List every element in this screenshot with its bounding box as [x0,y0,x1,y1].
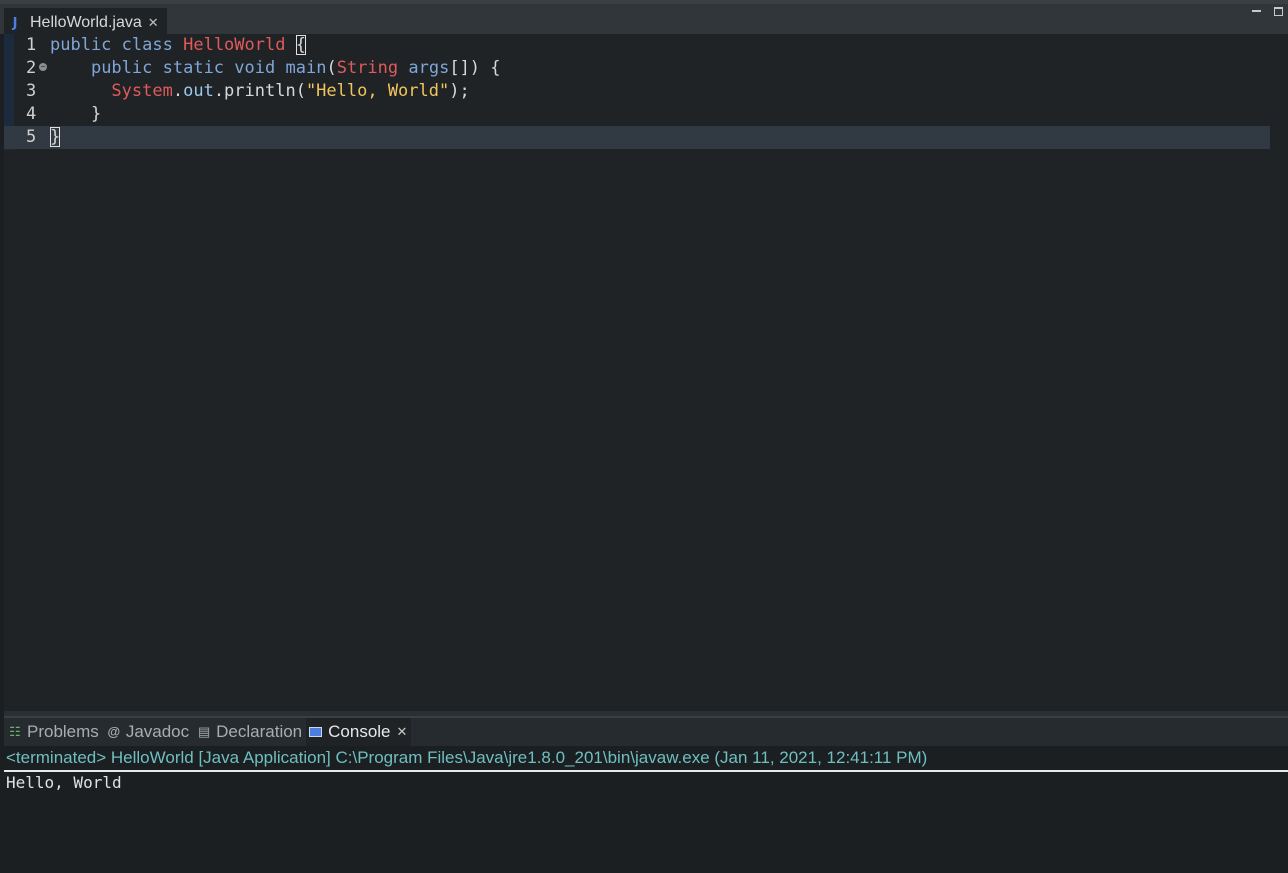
code-text: public class HelloWorld { [50,34,306,57]
tab-problems-label: Problems [27,722,99,741]
code-editor[interactable]: 1 public class HelloWorld {2− public stat… [4,34,1288,711]
tab-declaration-label: Declaration [216,722,303,741]
tab-console[interactable]: Console ✕ [306,718,412,746]
code-text: public static void main(String args[]) { [50,57,501,80]
code-text: } [50,103,101,126]
views-tab-bar: ☷ Problems @ Javadoc ▤ Declaration Conso… [4,716,1288,746]
code-token: } [50,104,102,124]
code-token: System [111,81,173,101]
console-output-text: Hello, World [6,773,122,792]
code-line[interactable]: 2− public static void main(String args[]… [4,57,1270,80]
maximize-icon[interactable] [1274,6,1284,16]
line-number: 3 [26,81,37,101]
code-token: public [90,58,153,78]
tab-problems[interactable]: ☷ Problems [4,718,103,746]
console-icon [309,727,323,737]
declaration-icon: ▤ [197,724,211,739]
line-number: 5 [26,127,37,147]
code-token: "Hello, World" [305,81,450,101]
code-token: []) { [449,58,501,78]
tab-console-label: Console [328,722,391,741]
editor-tab-bar: J HelloWorld.java ✕ [0,0,1288,38]
javadoc-icon: @ [107,724,121,739]
fold-toggle-icon[interactable]: − [39,63,47,71]
code-line[interactable]: 4 } [4,103,1270,126]
line-number: 4 [26,104,37,124]
code-token: main [285,58,327,78]
ide-window: J HelloWorld.java ✕ 1 public class HelloW… [0,0,1288,873]
code-token: } [50,127,61,147]
line-number: 1 [26,35,37,55]
code-token: void [234,58,276,78]
java-file-icon: J [12,15,18,31]
code-token: { [295,35,306,55]
code-line[interactable]: 3 System.out.println("Hello, World"); [4,80,1270,103]
code-token: public [50,35,112,55]
code-token: static [162,58,225,78]
tab-javadoc-label: Javadoc [125,722,190,741]
code-token: HelloWorld [183,35,286,55]
problems-icon: ☷ [9,724,21,739]
code-token: ( [326,58,337,78]
tab-javadoc[interactable]: @ Javadoc [103,718,193,746]
code-token: String [336,58,399,78]
code-token: .println( [213,81,306,101]
close-icon[interactable]: ✕ [397,724,408,740]
code-token: class [121,35,173,55]
tab-declaration[interactable]: ▤ Declaration [193,718,306,746]
code-token: . [172,81,184,101]
close-icon[interactable]: ✕ [148,16,159,31]
window-controls [1252,6,1284,16]
minimize-icon[interactable] [1252,6,1262,16]
code-text: } [50,126,61,149]
code-line[interactable]: 1 public class HelloWorld { [4,34,1270,57]
code-token: out [183,81,214,101]
code-line[interactable]: 5} [4,126,1270,149]
code-token: ); [449,81,470,101]
code-text: System.out.println("Hello, World"); [50,80,470,103]
console-status-header: <terminated> HelloWorld [Java Applicatio… [4,746,1288,772]
console-output-area[interactable]: Hello, World [4,772,1288,873]
editor-tab-label: HelloWorld.java [30,14,142,31]
code-token: args [408,58,450,78]
